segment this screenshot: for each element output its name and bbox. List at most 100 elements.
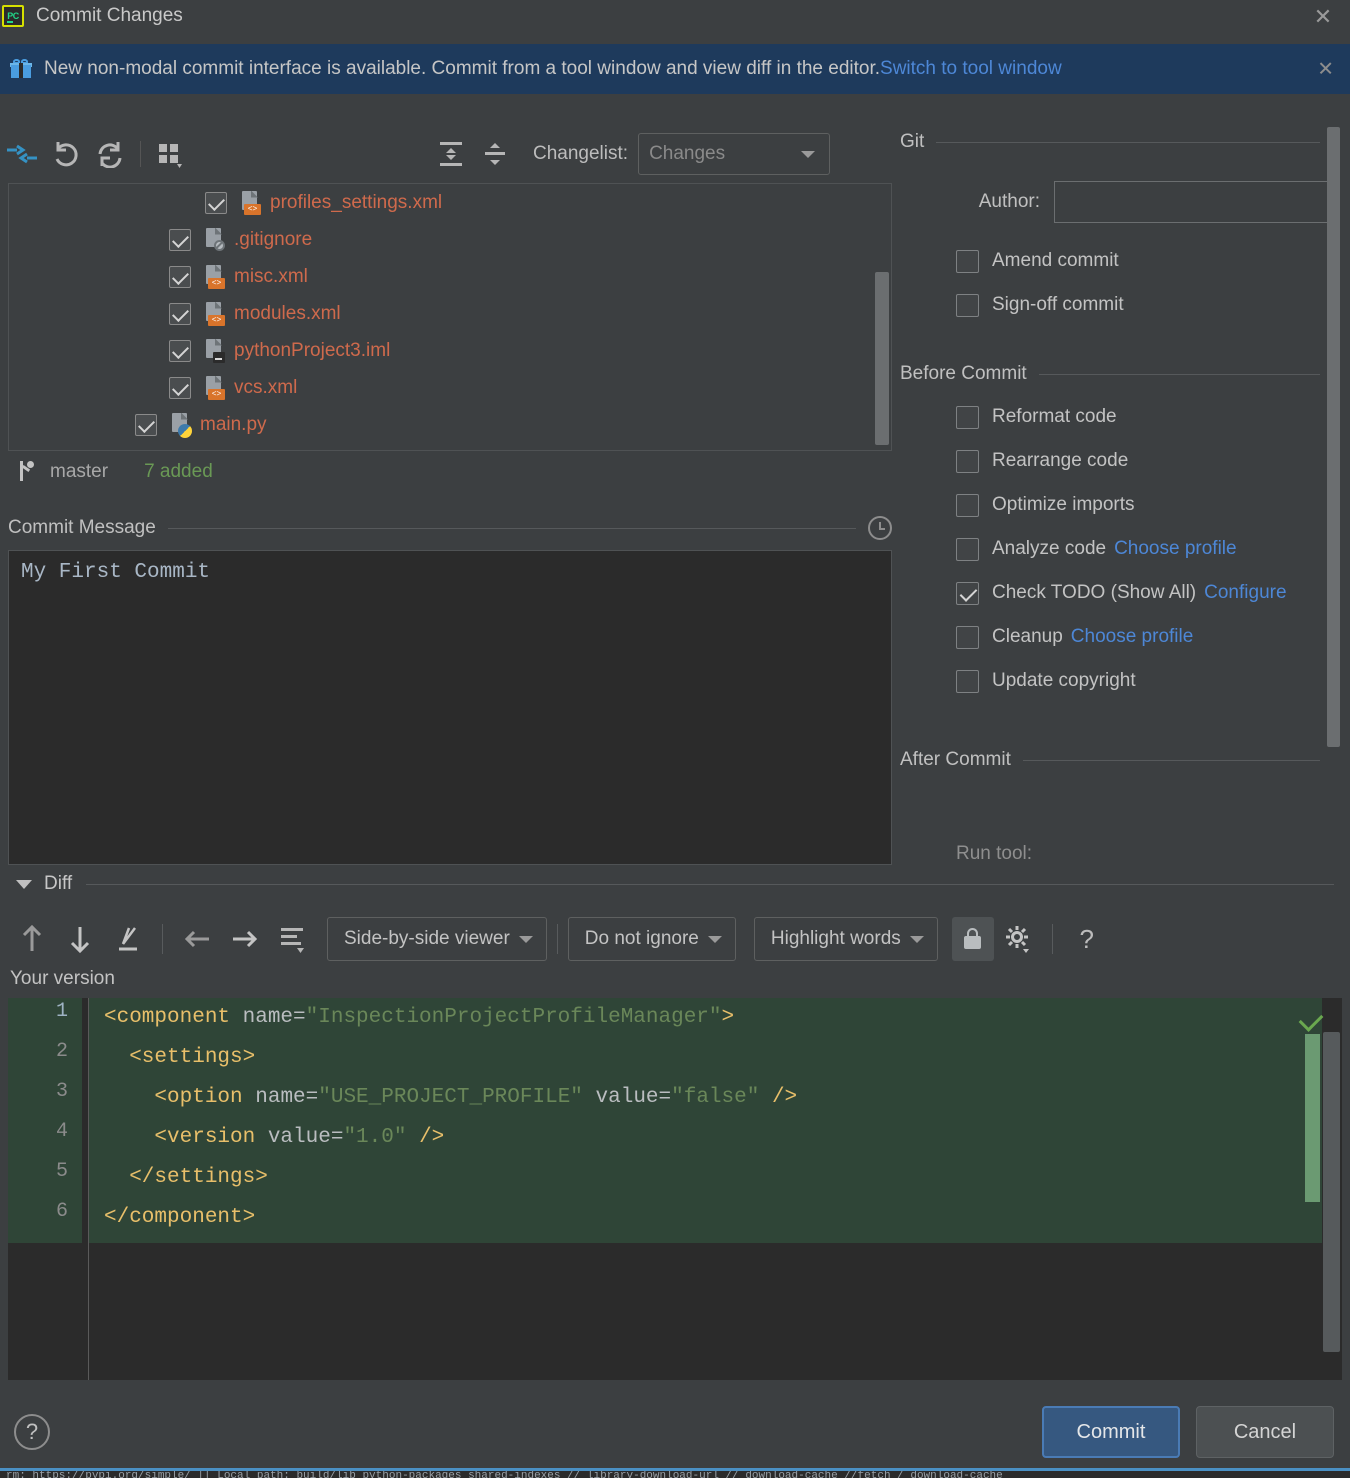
file-checkbox[interactable] [169,228,191,251]
changelist-dropdown[interactable]: Changes [638,133,831,175]
file-tree-scrollbar[interactable] [875,272,889,445]
check-todo-configure-link[interactable]: Configure [1204,582,1286,604]
optimize-imports-option[interactable]: Optimize imports [900,483,1350,527]
code-token: <settings> [104,1046,256,1069]
author-field[interactable] [1054,181,1339,223]
window-close-icon[interactable]: ✕ [1308,4,1338,30]
highlight-mode-dropdown[interactable]: Highlight words [753,917,938,961]
code-token: "1.0" [343,1126,407,1149]
file-checkbox[interactable] [169,339,191,362]
analyze-code-checkbox[interactable] [956,537,979,561]
commit-message-input[interactable]: My First Commit [8,550,892,865]
cleanup-choose-profile-link[interactable]: Choose profile [1071,626,1194,648]
commit-button[interactable]: Commit [1042,1406,1180,1458]
chevron-down-icon [707,936,722,943]
reformat-code-option[interactable]: Reformat code [900,395,1350,439]
amend-commit-option[interactable]: Amend commit [900,239,1350,283]
switch-to-tool-window-link[interactable]: Switch to tool window [880,58,1062,80]
diff-section-header: Diff [8,868,1342,900]
file-name: pythonProject3.iml [234,339,391,361]
arrow-right-icon[interactable] [221,916,269,962]
commit-message-header: Commit Message [8,513,892,543]
table-row[interactable]: <> misc.xml [9,258,891,295]
table-row[interactable]: main.py [9,406,891,443]
rollback-icon[interactable] [44,132,88,176]
diff-toolbar: Side-by-side viewer Do not ignore Highli… [8,912,1342,966]
background-window-strip: rm: https://pypi.org/simple/ || Local pa… [0,1468,1350,1478]
amend-commit-checkbox[interactable] [956,249,979,273]
diff-horizontal-scrollbar[interactable] [8,1382,1342,1388]
branch-status-bar: master 7 added [8,455,892,489]
rearrange-code-option[interactable]: Rearrange code [900,439,1350,483]
analyze-choose-profile-link[interactable]: Choose profile [1114,538,1237,560]
banner-close-icon[interactable]: ✕ [1317,57,1334,82]
chevron-down-icon[interactable] [16,879,32,889]
diff-scrollbar[interactable] [1323,1032,1340,1352]
arrow-left-icon[interactable] [173,916,221,962]
pencil-icon[interactable] [104,916,152,962]
lock-icon[interactable] [951,917,994,961]
author-label: Author: [978,191,1040,212]
status-badge: 7 added [144,461,213,482]
git-section-header: Git [900,125,1350,159]
code-line: </settings> [104,1158,1324,1198]
table-row[interactable]: <> modules.xml [9,295,891,332]
cleanup-checkbox[interactable] [956,625,979,649]
table-row[interactable]: <> profiles_settings.xml [9,184,891,221]
arrow-down-icon[interactable] [56,916,104,962]
table-row[interactable]: <> vcs.xml [9,369,891,406]
reformat-code-checkbox[interactable] [956,405,979,429]
file-checkbox[interactable] [169,265,191,288]
xml-file-icon: <> [204,375,226,400]
file-checkbox[interactable] [169,376,191,399]
cancel-button[interactable]: Cancel [1196,1406,1334,1458]
code-token: <version [104,1126,268,1149]
whitespace-mode-dropdown[interactable]: Do not ignore [567,917,736,961]
table-row[interactable]: pythonProject3.iml [9,332,891,369]
check-todo-checkbox[interactable] [956,581,979,605]
table-row[interactable]: .gitignore [9,221,891,258]
expand-all-icon[interactable] [429,132,473,176]
viewer-mode-dropdown[interactable]: Side-by-side viewer [327,917,547,961]
update-copyright-checkbox[interactable] [956,669,979,693]
gear-icon[interactable] [994,916,1042,962]
check-todo-option[interactable]: Check TODO (Show All) Configure [900,571,1350,615]
option-label: Reformat code [992,406,1117,427]
refresh-icon[interactable] [88,132,132,176]
title-bar: PC Commit Changes ✕ [0,0,1350,32]
group-by-icon[interactable] [149,132,193,176]
optimize-imports-checkbox[interactable] [956,493,979,517]
whitespace-mode-value: Do not ignore [584,928,699,949]
code-token: /> [406,1126,445,1149]
show-diff-icon[interactable] [0,132,44,176]
file-checkbox[interactable] [135,413,157,436]
clock-history-icon[interactable] [868,516,892,540]
line-number: 3 [55,1080,68,1103]
banner-message: New non-modal commit interface is availa… [44,58,881,79]
sign-off-commit-checkbox[interactable] [956,293,979,317]
run-tool-label: Run tool: [956,843,1033,859]
file-checkbox[interactable] [205,191,227,214]
cleanup-option[interactable]: Cleanup Choose profile [900,615,1350,659]
collapse-all-icon[interactable] [473,132,517,176]
question-mark-icon[interactable]: ? [1063,916,1111,962]
xml-file-icon: <> [204,264,226,289]
changelist-label: Changelist: [533,143,629,164]
rearrange-code-checkbox[interactable] [956,449,979,473]
toolbar-divider [1051,924,1053,954]
update-copyright-option[interactable]: Update copyright [900,659,1350,703]
iml-file-icon [204,338,226,363]
code-content[interactable]: <component name="InspectionProjectProfil… [104,998,1324,1238]
file-checkbox[interactable] [169,302,191,325]
help-button[interactable]: ? [14,1414,50,1450]
file-name: main.py [200,413,267,435]
sign-off-commit-option[interactable]: Sign-off commit [900,283,1350,327]
arrow-up-icon[interactable] [8,916,56,962]
diff-editor[interactable]: 1 2 3 4 5 6 <component name="InspectionP… [8,998,1342,1380]
options-panel-scrollbar[interactable] [1327,127,1340,747]
line-number-gutter: 1 2 3 4 5 6 [8,998,82,1380]
collapse-unchanged-lines-icon[interactable] [269,916,317,962]
analyze-code-option[interactable]: Analyze code Choose profile [900,527,1350,571]
changed-files-tree[interactable]: <> profiles_settings.xml .gitignore <> m… [8,183,892,451]
dialog-footer: ? Commit Cancel [0,1396,1350,1468]
